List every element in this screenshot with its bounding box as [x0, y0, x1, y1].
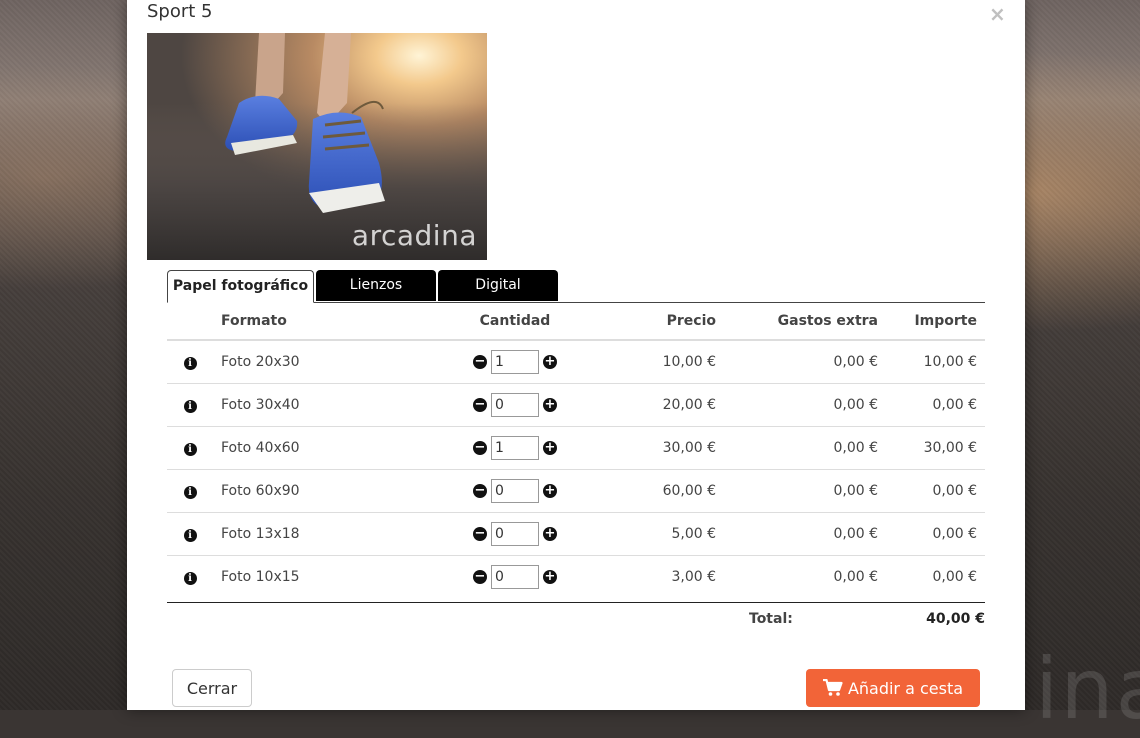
- row-amount: 0,00 €: [886, 512, 985, 556]
- quantity-input[interactable]: [491, 350, 539, 374]
- quantity-input[interactable]: [491, 436, 539, 460]
- product-modal: Sport 5 × arcadina Papel fotográfico Lie…: [127, 0, 1025, 710]
- add-to-cart-label: Añadir a cesta: [847, 678, 964, 698]
- row-price: 10,00 €: [662, 354, 716, 370]
- info-icon[interactable]: i: [183, 529, 197, 542]
- minus-circle-icon[interactable]: −: [473, 355, 487, 369]
- total-label: Total:: [749, 611, 793, 627]
- product-photo: arcadina: [147, 33, 487, 260]
- photo-watermark: arcadina: [351, 219, 477, 252]
- quantity-input[interactable]: [491, 479, 539, 503]
- row-amount: 10,00 €: [923, 354, 977, 370]
- tab-papel-fotografico[interactable]: Papel fotográfico: [167, 270, 314, 303]
- row-price: 5,00 €: [601, 512, 724, 556]
- close-button[interactable]: Cerrar: [172, 669, 252, 707]
- table-header-row: Formato Cantidad Precio Gastos extra Imp…: [167, 302, 985, 341]
- table-row: i Foto 13x18 −+ 5,00 € 0,00 € 0,00 €: [167, 512, 985, 556]
- minus-circle-icon[interactable]: −: [473, 398, 487, 412]
- quantity-input[interactable]: [491, 522, 539, 546]
- quantity-stepper: −+: [473, 393, 557, 417]
- row-format: Foto 13x18: [213, 512, 429, 556]
- row-format: Foto 60x90: [213, 469, 429, 513]
- tab-lienzos[interactable]: Lienzos: [316, 270, 436, 301]
- plus-circle-icon[interactable]: +: [543, 441, 557, 455]
- row-amount: 0,00 €: [886, 383, 985, 427]
- row-amount: 0,00 €: [886, 555, 985, 598]
- row-price: 3,00 €: [601, 555, 724, 598]
- shopping-cart-icon: [822, 679, 843, 696]
- quantity-stepper: −+: [473, 522, 557, 546]
- table-row: i Foto 10x15 −+ 3,00 € 0,00 € 0,00 €: [167, 555, 985, 598]
- header-amount: Importe: [886, 302, 985, 341]
- row-price: 60,00 €: [601, 469, 724, 513]
- plus-circle-icon[interactable]: +: [543, 484, 557, 498]
- plus-circle-icon[interactable]: +: [543, 527, 557, 541]
- header-extra: Gastos extra: [724, 302, 886, 341]
- header-info: [167, 302, 213, 341]
- minus-circle-icon[interactable]: −: [473, 570, 487, 584]
- row-format: Foto 20x30: [221, 354, 300, 370]
- info-icon[interactable]: i: [183, 400, 197, 413]
- info-icon[interactable]: i: [183, 486, 197, 499]
- close-icon[interactable]: ×: [989, 4, 1006, 24]
- row-extra: 0,00 €: [724, 426, 886, 470]
- row-format: Foto 40x60: [213, 426, 429, 470]
- tab-digital[interactable]: Digital: [438, 270, 558, 301]
- quantity-input[interactable]: [491, 393, 539, 417]
- table-row: i Foto 40x60 −+ 30,00 € 0,00 € 30,00 €: [167, 426, 985, 470]
- minus-circle-icon[interactable]: −: [473, 441, 487, 455]
- background-watermark: ina: [1035, 640, 1140, 738]
- row-format: Foto 10x15: [213, 555, 429, 598]
- row-format: Foto 30x40: [213, 383, 429, 427]
- quantity-stepper: −+: [473, 565, 557, 589]
- modal-title: Sport 5: [147, 1, 213, 22]
- plus-circle-icon[interactable]: +: [543, 570, 557, 584]
- plus-circle-icon[interactable]: +: [543, 398, 557, 412]
- row-amount: 0,00 €: [886, 469, 985, 513]
- row-extra: 0,00 €: [833, 354, 878, 370]
- info-icon[interactable]: i: [183, 572, 197, 585]
- header-quantity: Cantidad: [429, 302, 601, 341]
- quantity-stepper: −+: [473, 436, 557, 460]
- row-extra: 0,00 €: [724, 383, 886, 427]
- products-table: Formato Cantidad Precio Gastos extra Imp…: [167, 302, 985, 598]
- row-extra: 0,00 €: [724, 555, 886, 598]
- header-format: Formato: [213, 302, 429, 341]
- row-extra: 0,00 €: [724, 512, 886, 556]
- header-price: Precio: [601, 302, 724, 341]
- table-row: i Foto 20x30 −+ 10,00 € 0,00 € 10,00 €: [167, 340, 985, 384]
- table-row: i Foto 30x40 −+ 20,00 € 0,00 € 0,00 €: [167, 383, 985, 427]
- info-icon[interactable]: i: [183, 357, 197, 370]
- total-value: 40,00 €: [926, 611, 985, 627]
- add-to-cart-button[interactable]: Añadir a cesta: [806, 669, 980, 707]
- quantity-input[interactable]: [491, 565, 539, 589]
- table-row: i Foto 60x90 −+ 60,00 € 0,00 € 0,00 €: [167, 469, 985, 513]
- total-divider: [167, 602, 985, 603]
- info-icon[interactable]: i: [183, 443, 197, 456]
- plus-circle-icon[interactable]: +: [543, 355, 557, 369]
- row-price: 20,00 €: [601, 383, 724, 427]
- product-tabs: Papel fotográfico Lienzos Digital: [167, 270, 985, 303]
- row-amount: 30,00 €: [886, 426, 985, 470]
- quantity-stepper: −+: [473, 479, 557, 503]
- row-extra: 0,00 €: [724, 469, 886, 513]
- quantity-stepper: −+: [473, 350, 557, 374]
- row-price: 30,00 €: [601, 426, 724, 470]
- minus-circle-icon[interactable]: −: [473, 484, 487, 498]
- minus-circle-icon[interactable]: −: [473, 527, 487, 541]
